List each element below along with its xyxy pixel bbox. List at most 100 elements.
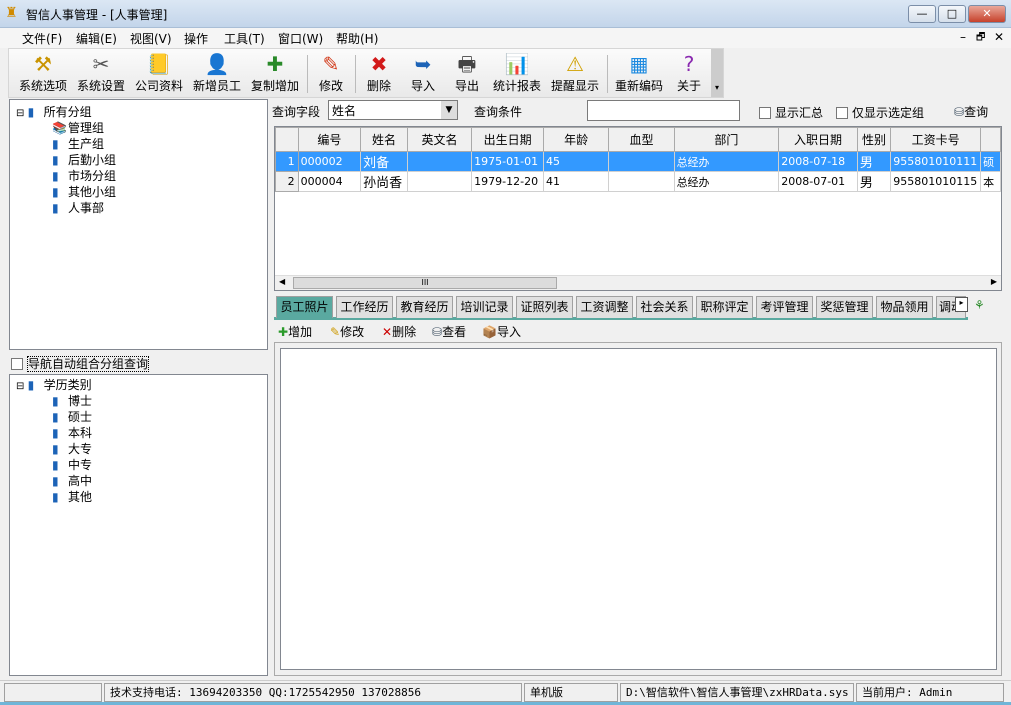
table-cell[interactable]: 男 [856,171,892,192]
minimize-button[interactable]: — [908,5,936,23]
table-cell[interactable]: 2008-07-01 [778,171,858,192]
horizontal-scrollbar[interactable]: ◀ III ▶ [275,275,1001,290]
tab-6[interactable]: 社会关系 [636,296,693,318]
sub-view-button[interactable]: ⛁查看 [432,323,466,340]
table-cell[interactable] [406,171,473,192]
menu-help[interactable]: 帮助(H) [334,30,380,47]
menu-view[interactable]: 视图(V) [128,30,174,47]
tree-node[interactable]: ▮ 人事部 [16,200,261,216]
edit-button[interactable]: ✎ 修改 [313,51,349,97]
menu-window[interactable]: 窗口(W) [276,30,325,47]
tab-8[interactable]: 考评管理 [756,296,813,318]
query-condition-input[interactable] [587,100,740,121]
tree-node[interactable]: ▮ 市场分组 [16,168,261,184]
mdi-restore-button[interactable]: 🗗 [976,30,985,47]
search-button[interactable]: ⛁查询 [954,103,988,120]
menu-file[interactable]: 文件(F) [20,30,64,47]
reminder-button[interactable]: ⚠ 提醒显示 [549,51,601,97]
table-cell[interactable]: 本 [980,171,1001,192]
tab-3[interactable]: 培训记录 [456,296,513,318]
system-settings-button[interactable]: ✂ 系统设置 [75,51,127,97]
add-employee-button[interactable]: 👤 新增员工 [191,51,243,97]
row-number[interactable]: 2 [275,171,299,192]
tab-4[interactable]: 证照列表 [516,296,573,318]
chevron-down-icon[interactable]: ▼ [441,101,457,119]
sub-add-button[interactable]: ✚增加 [278,323,312,340]
table-cell[interactable]: 孙尚香 [360,171,408,192]
tab-0[interactable]: 员工照片 [276,296,333,318]
tree-node[interactable]: ▮ 中专 [16,457,261,473]
row-number[interactable]: 1 [275,151,299,172]
table-cell[interactable]: 总经办 [673,171,780,192]
column-header[interactable]: 英文名 [406,127,473,152]
table-cell[interactable]: 男 [856,151,892,172]
tree-node[interactable]: ▮ 硕士 [16,409,261,425]
column-header[interactable]: 血型 [608,127,675,152]
system-options-button[interactable]: ⚒ 系统选项 [17,51,69,97]
table-cell[interactable]: 000004 [297,171,362,192]
tree-node[interactable]: ▮ 大专 [16,441,261,457]
tree-node[interactable]: ▮ 其他 [16,489,261,505]
table-cell[interactable]: 45 [542,151,610,172]
scrollbar-thumb[interactable]: III [293,277,557,289]
toolbar-overflow-button[interactable]: ▾ [711,49,723,97]
tab-10[interactable]: 物品领用 [876,296,933,318]
tree-node[interactable]: ▮ 本科 [16,425,261,441]
tree-node[interactable]: 📚管理组 [16,120,261,136]
tree-node-root[interactable]: ⊟ ▮ 学历类别 [16,377,261,393]
tab-scroll-button[interactable]: ▸ [955,297,968,312]
column-header[interactable]: 入职日期 [778,127,858,152]
column-header[interactable]: 年龄 [542,127,610,152]
table-cell[interactable]: 955801010115 [890,171,982,192]
delete-button[interactable]: ✖ 删除 [361,51,397,97]
table-cell[interactable]: 1979-12-20 [471,171,544,192]
maximize-button[interactable]: □ [938,5,966,23]
column-header[interactable]: 出生日期 [471,127,544,152]
tab-1[interactable]: 工作经历 [336,296,393,318]
table-cell[interactable] [406,151,473,172]
show-summary-checkbox[interactable]: 显示汇总 [759,104,823,121]
tree-node[interactable]: ▮ 博士 [16,393,261,409]
sub-edit-button[interactable]: ✎修改 [330,323,364,340]
table-cell[interactable] [608,171,675,192]
close-button[interactable]: ✕ [968,5,1006,23]
tab-2[interactable]: 教育经历 [396,296,453,318]
settings-tool-icon[interactable]: ⚘ [974,298,985,312]
copy-add-button[interactable]: ✚ 复制增加 [249,51,301,97]
query-field-select[interactable]: 姓名 ▼ [328,100,458,120]
table-cell[interactable]: 2008-07-18 [778,151,858,172]
menu-tools[interactable]: 工具(T) [222,30,267,47]
table-cell[interactable] [608,151,675,172]
about-button[interactable]: ? 关于 [671,51,707,97]
table-cell[interactable]: 刘备 [360,151,408,172]
sub-import-button[interactable]: 📦导入 [482,323,521,340]
column-header[interactable]: 部门 [673,127,780,152]
company-info-button[interactable]: 📒 公司资料 [133,51,185,97]
tab-5[interactable]: 工资调整 [576,296,633,318]
tree-node[interactable]: ▮ 生产组 [16,136,261,152]
recode-button[interactable]: ▦ 重新编码 [613,51,665,97]
column-header[interactable]: 姓名 [360,127,408,152]
tree-node[interactable]: ▮ 其他小组 [16,184,261,200]
mdi-close-button[interactable]: ✕ [994,30,1004,44]
table-row[interactable]: 1 000002 刘备 1975-01-01 45 总经办 2008-07-18 男 95580… [275,151,1001,172]
column-header[interactable]: 编号 [297,127,362,152]
menu-operate[interactable]: 操作 [182,30,210,47]
sub-delete-button[interactable]: ✕删除 [382,323,416,340]
tab-7[interactable]: 职称评定 [696,296,753,318]
mdi-minimize-button[interactable]: – [960,30,966,44]
column-header[interactable]: 工资卡号 [890,127,982,152]
scroll-left-icon[interactable]: ◀ [279,277,285,286]
nav-auto-query-checkbox[interactable]: 导航自动组合分组查询 [11,355,150,372]
only-selected-group-checkbox[interactable]: 仅显示选定组 [836,104,924,121]
column-header[interactable]: 性别 [856,127,892,152]
table-cell[interactable]: 总经办 [673,151,780,172]
import-button[interactable]: ➥ 导入 [405,51,441,97]
statistics-report-button[interactable]: 📊 统计报表 [491,51,543,97]
table-cell[interactable]: 000002 [297,151,362,172]
menu-edit[interactable]: 编辑(E) [74,30,119,47]
tree-node[interactable]: ▮ 后勤小组 [16,152,261,168]
scroll-right-icon[interactable]: ▶ [991,277,997,286]
export-button[interactable]: 🖶 导出 [449,51,485,97]
table-cell[interactable]: 41 [542,171,610,192]
